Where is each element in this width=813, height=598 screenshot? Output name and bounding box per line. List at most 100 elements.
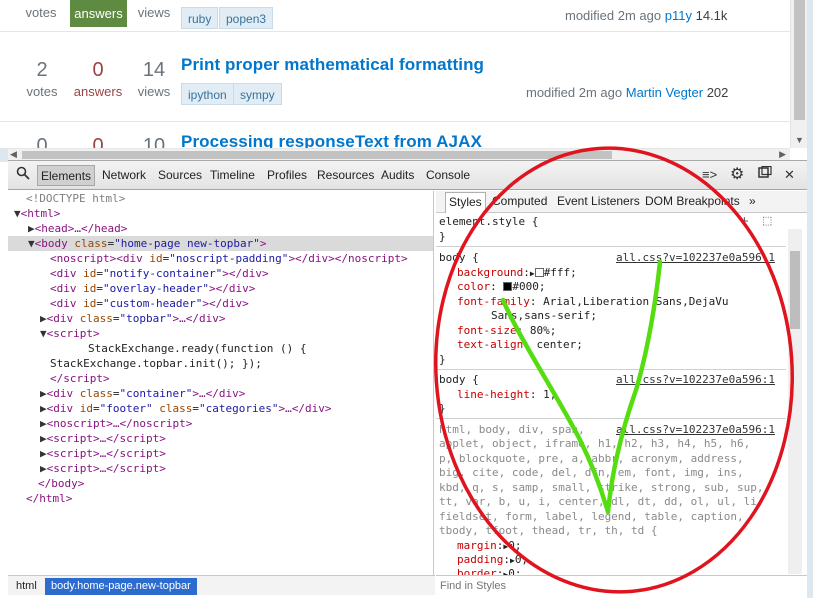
- dom-node-body-selected[interactable]: ▼<body class="home-page new-topbar">: [8, 236, 433, 251]
- collapsed-arrow-icon[interactable]: ▶: [40, 387, 47, 400]
- scrollbar-thumb[interactable]: [22, 151, 612, 159]
- collapsed-arrow-icon[interactable]: ▶: [40, 447, 47, 460]
- dom-node-html-close[interactable]: </html>: [26, 491, 72, 506]
- answers-badge: answers: [70, 0, 127, 27]
- find-in-styles-input[interactable]: [440, 580, 640, 592]
- rule-selector: body {: [439, 251, 479, 264]
- scroll-down-arrow-icon[interactable]: ▼: [795, 135, 804, 145]
- votes-stat: 0: [17, 135, 67, 148]
- head-tag: <head>…</head>: [34, 222, 128, 235]
- script-content-line: StackExchange.topbar.init(); });: [50, 357, 262, 370]
- answers-count: 0: [92, 59, 104, 81]
- scroll-right-arrow-icon[interactable]: ▶: [779, 149, 786, 160]
- expand-arrow-icon[interactable]: ▼: [40, 327, 47, 340]
- page-vertical-scrollbar[interactable]: ▼: [790, 0, 807, 148]
- tab-audits[interactable]: Audits: [381, 168, 414, 182]
- dom-node-noscript[interactable]: <noscript><div id="noscript-padding"></d…: [50, 251, 408, 266]
- dom-node-footer[interactable]: ▶<div id="footer" class="categories">…</…: [40, 401, 331, 416]
- collapsed-arrow-icon[interactable]: ▶: [40, 402, 47, 415]
- styles-scrollbar[interactable]: [788, 229, 802, 574]
- tab-network[interactable]: Network: [102, 168, 146, 182]
- tab-styles[interactable]: Styles: [445, 192, 486, 213]
- gear-icon[interactable]: ⚙: [730, 164, 744, 184]
- scrollbar-thumb[interactable]: [794, 0, 805, 120]
- dom-node-noscript-2[interactable]: ▶<noscript>…</noscript>: [40, 416, 192, 431]
- tab-console[interactable]: Console: [426, 168, 470, 182]
- question-title-link[interactable]: Processing responseText from AJAX: [181, 132, 482, 148]
- property-name: font-size: [457, 324, 517, 337]
- dock-icon[interactable]: [758, 165, 772, 182]
- css-property[interactable]: line-height: 1;: [457, 388, 556, 403]
- dom-node-script-2[interactable]: ▶<script>…</script>: [40, 431, 166, 446]
- breadcrumb-item-body[interactable]: body.home-page.new-topbar: [45, 578, 197, 595]
- user-link[interactable]: p11y: [665, 8, 692, 23]
- dom-node-container[interactable]: ▶<div class="container">…</div>: [40, 386, 245, 401]
- search-icon[interactable]: [16, 166, 30, 183]
- rule-selector-line: fieldset, form, label, legend, table, ca…: [439, 510, 744, 523]
- tab-resources[interactable]: Resources: [317, 168, 374, 182]
- add-rule-icon[interactable]: +: [740, 213, 749, 230]
- rule-selector-line: big, cite, code, del, dfn, em, font, img…: [439, 466, 744, 479]
- dom-node-script-close[interactable]: </script>: [50, 371, 110, 386]
- breadcrumb-item-html[interactable]: html: [10, 578, 43, 595]
- dom-node-topbar[interactable]: ▶<div class="topbar">…</div>: [40, 311, 225, 326]
- dom-node-custom-header[interactable]: <div id="custom-header"></div>: [50, 296, 249, 311]
- tab-computed[interactable]: Computed: [492, 194, 547, 208]
- views-label: views: [137, 5, 171, 20]
- tab-sources[interactable]: Sources: [158, 168, 202, 182]
- tab-event-listeners[interactable]: Event Listeners: [557, 194, 640, 208]
- close-icon[interactable]: ✕: [784, 167, 795, 183]
- attr-value: "footer": [99, 402, 153, 415]
- rule-divider: [436, 369, 786, 370]
- collapsed-arrow-icon[interactable]: ▶: [40, 417, 47, 430]
- answers-label: answers: [73, 84, 123, 99]
- collapsed-arrow-icon[interactable]: ▶: [28, 222, 35, 235]
- question-title-link[interactable]: Print proper mathematical formatting: [181, 55, 484, 75]
- dom-node-doctype[interactable]: <!DOCTYPE html>: [26, 191, 125, 206]
- dom-node-script-4[interactable]: ▶<script>…</script>: [40, 461, 166, 476]
- views-label: views: [137, 84, 171, 99]
- css-property[interactable]: border:▶0;: [457, 567, 521, 575]
- styles-sidebar: Styles Computed Event Listeners DOM Brea…: [436, 191, 807, 598]
- stylesheet-link[interactable]: all.css?v=102237e0a596:1: [616, 423, 775, 436]
- collapsed-arrow-icon[interactable]: ▶: [40, 312, 47, 325]
- toggle-state-icon[interactable]: ⬚: [762, 214, 772, 227]
- css-property[interactable]: font-size: 80%;: [457, 324, 556, 339]
- tag-popen3[interactable]: popen3: [219, 7, 274, 29]
- collapsed-arrow-icon[interactable]: ▶: [40, 462, 47, 475]
- css-property[interactable]: text-align: center;: [457, 338, 583, 353]
- dom-node-body-close[interactable]: </body>: [38, 476, 84, 491]
- more-tabs-icon[interactable]: »: [749, 194, 756, 208]
- dom-node-head[interactable]: ▶<head>…</head>: [28, 221, 127, 236]
- css-property[interactable]: font-family: Arial,Liberation Sans,DejaV…: [457, 295, 729, 310]
- views-count: 14: [142, 59, 166, 81]
- stylesheet-link[interactable]: all.css?v=102237e0a596:1: [616, 373, 775, 386]
- scroll-left-arrow-icon[interactable]: ◀: [10, 149, 17, 160]
- tag-ipython[interactable]: ipython: [181, 83, 234, 105]
- dom-node-html[interactable]: ▼<html>: [14, 206, 60, 221]
- attr-value: "topbar": [119, 312, 173, 325]
- tag-sympy[interactable]: sympy: [233, 83, 282, 105]
- tag-ruby[interactable]: ruby: [181, 7, 219, 29]
- user-link[interactable]: Martin Vegter: [626, 85, 703, 100]
- page-horizontal-scrollbar[interactable]: ◀ ▶: [8, 148, 790, 160]
- css-property[interactable]: color: #000;: [457, 280, 546, 295]
- tab-elements[interactable]: Elements: [37, 165, 96, 186]
- console-drawer-icon[interactable]: ≡>: [702, 167, 717, 182]
- tab-profiles[interactable]: Profiles: [267, 168, 307, 182]
- dom-node-script[interactable]: ▼<script>: [40, 326, 100, 341]
- dom-node-notify[interactable]: <div id="notify-container"></div>: [50, 266, 269, 281]
- rule-selector-line: p, blockquote, pre, a, abbr, acronym, ad…: [439, 452, 744, 465]
- dom-node-overlay[interactable]: <div id="overlay-header"></div>: [50, 281, 255, 296]
- scrollbar-thumb[interactable]: [790, 251, 800, 329]
- tab-timeline[interactable]: Timeline: [210, 168, 255, 182]
- expand-arrow-icon[interactable]: ▼: [28, 237, 35, 250]
- stylesheet-link[interactable]: all.css?v=102237e0a596:1: [616, 251, 775, 264]
- collapsed-arrow-icon[interactable]: ▶: [40, 432, 47, 445]
- answers-stat: 0 answers: [73, 59, 123, 99]
- dom-node-script-3[interactable]: ▶<script>…</script>: [40, 446, 166, 461]
- expand-arrow-icon[interactable]: ▼: [14, 207, 21, 220]
- color-swatch[interactable]: [534, 268, 544, 277]
- devtools-panel: Elements Network Sources Timeline Profil…: [8, 160, 807, 598]
- tab-dom-breakpoints[interactable]: DOM Breakpoints: [645, 194, 740, 208]
